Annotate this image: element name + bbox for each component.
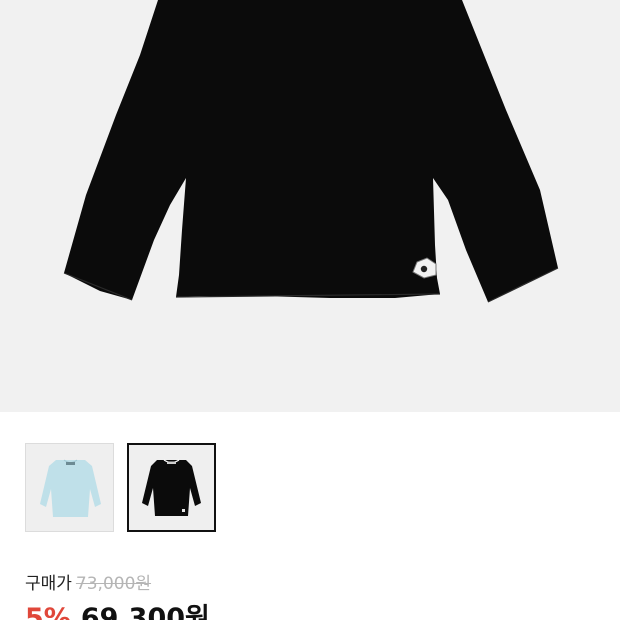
black-long-sleeve-tee-image <box>63 0 559 303</box>
thumbnail-light-blue[interactable] <box>25 443 114 532</box>
purchase-price-row: 구매가 73,000원 <box>25 569 151 594</box>
original-price: 73,000원 <box>75 574 152 594</box>
product-detail-page: 구매가 73,000원 5% 69,300원 <box>0 0 620 620</box>
thumbnail-black[interactable] <box>127 443 216 532</box>
sale-price-row: 5% 69,300원 <box>25 596 210 620</box>
product-main-image[interactable] <box>0 0 620 412</box>
color-thumbnail-list <box>25 443 216 532</box>
price-label: 구매가 <box>25 574 72 594</box>
light-blue-tee-thumbnail-image <box>40 459 101 517</box>
discount-rate: 5% <box>25 603 71 620</box>
black-tee-thumbnail-image <box>142 459 201 516</box>
sale-price: 69,300원 <box>80 603 210 620</box>
